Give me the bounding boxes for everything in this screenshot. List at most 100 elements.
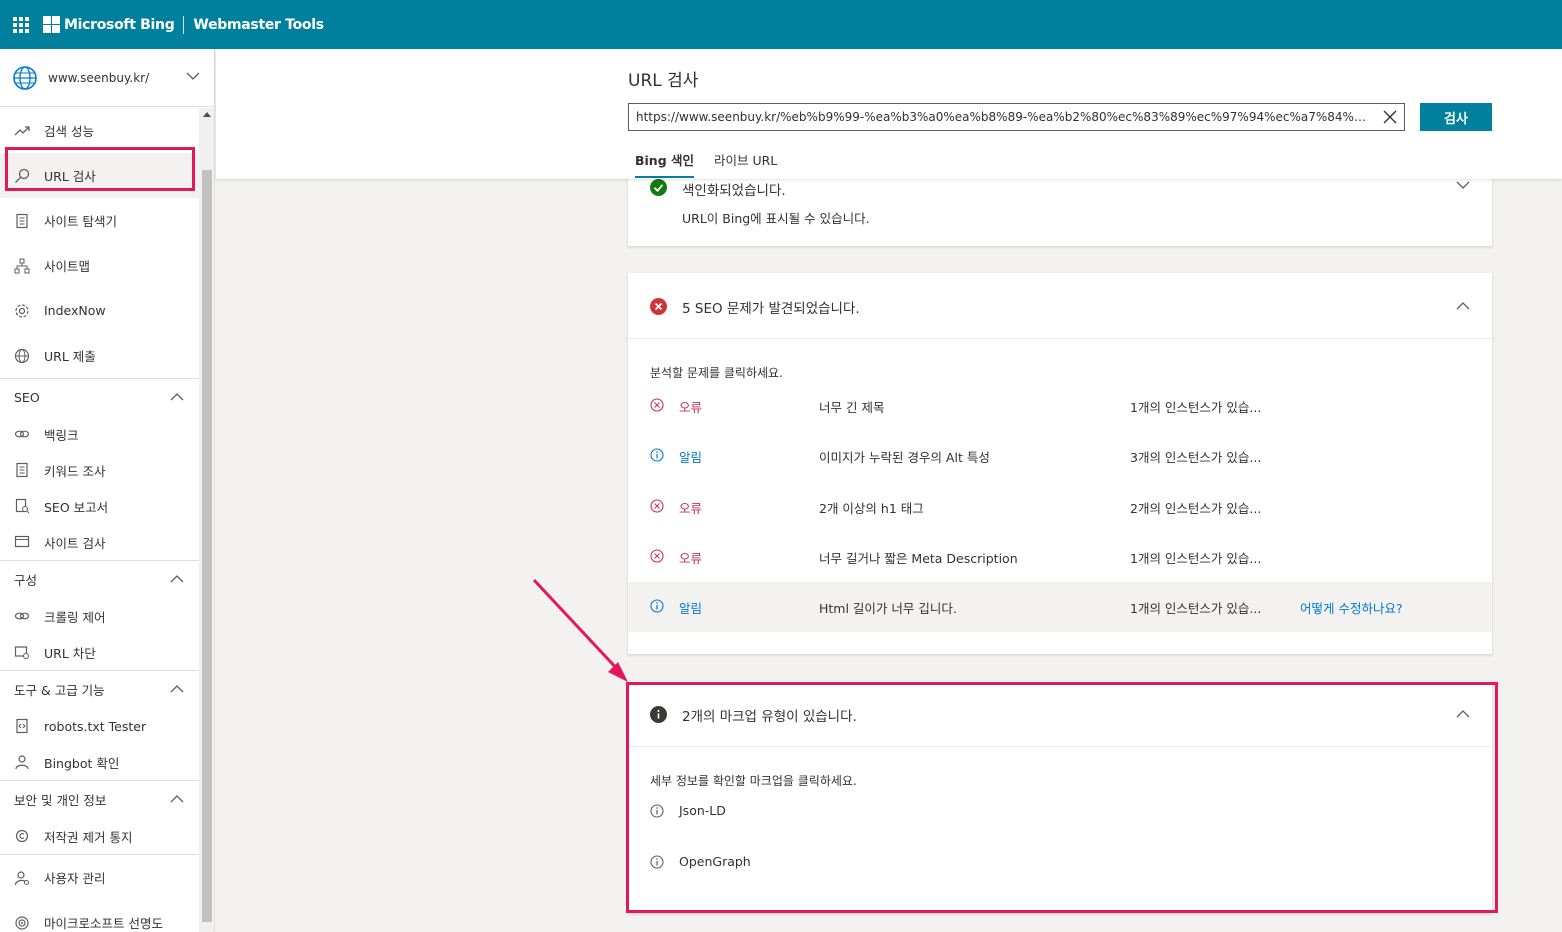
markup-card-header[interactable]: 2개의 마크업 유형이 있습니다. [628,681,1492,747]
sidebar-item-label: SEO 보고서 [44,499,109,515]
issue-description: Html 길이가 너무 깁니다. [819,601,957,616]
severity-label: 알림 [679,450,703,465]
info-outline-icon [650,803,664,818]
indexed-subtitle: URL이 Bing에 표시될 수 있습니다. [682,211,870,226]
sidebar-item-robots-tester[interactable]: robots.txt Tester [0,708,200,744]
sidebar-item-label: URL 제출 [44,349,96,364]
issue-description: 2개 이상의 h1 태그 [819,501,924,516]
info-outline-icon [650,448,664,462]
tab-live-url[interactable]: 라이브 URL [714,150,777,178]
seo-card-title: 5 SEO 문제가 발견되었습니다. [682,301,860,317]
product-name[interactable]: Webmaster Tools [193,17,324,33]
sidebar-item-keyword-research[interactable]: 키워드 조사 [0,452,200,488]
table-row[interactable]: 오류 너무 길거나 짧은 Meta Description 1개의 인스턴스가 … [628,532,1492,582]
error-circle-icon [650,298,667,315]
search-icon [14,168,30,184]
sidebar-item-label: 사용자 관리 [44,871,106,886]
nav-list: 검색 성능 URL 검사 사이트 탐색기 사이트맵 IndexNow URL 제… [0,108,200,932]
sitemap-icon [14,258,30,274]
scroll-thumb[interactable] [202,170,212,922]
sidebar-item-label: Bingbot 확인 [44,755,120,771]
issue-description: 너무 긴 제목 [819,400,885,415]
table-row[interactable]: 알림 이미지가 누락된 경우의 Alt 특성 3개의 인스턴스가 있습... [628,431,1492,481]
url-input[interactable]: https://www.seenbuy.kr/%eb%b9%99-%ea%b3%… [628,103,1405,131]
inspect-button[interactable]: 검사 [1420,103,1492,131]
section-title: 보안 및 개인 정보 [14,793,107,808]
sidebar-item-label: 검색 성능 [44,124,94,139]
scroll-up-arrow-icon[interactable] [203,112,211,117]
chevron-up-icon[interactable] [170,574,184,584]
issue-count: 1개의 인스턴스가 있습... [1130,400,1262,415]
sidebar-item-verify-bingbot[interactable]: Bingbot 확인 [0,744,200,780]
code-file-icon [14,718,30,734]
section-tools[interactable]: 도구 & 고급 기능 [0,670,200,708]
table-row[interactable]: 오류 너무 긴 제목 1개의 인스턴스가 있습... [628,381,1492,431]
page-header: URL 검사 https://www.seenbuy.kr/%eb%b9%99-… [216,49,1562,179]
sidebar-item-copyright-removal[interactable]: 저작권 제거 통지 [0,818,200,854]
issue-count: 2개의 인스턴스가 있습... [1130,501,1262,516]
how-to-fix-link[interactable]: 어떻게 수정하나요? [1300,598,1403,617]
sidebar-item-search-performance[interactable]: 검색 성능 [0,108,200,153]
annotation-arrow-icon [532,578,628,682]
severity-label: 오류 [679,501,703,516]
list-item[interactable]: Json-LD [650,803,726,818]
chevron-up-icon[interactable] [1456,301,1470,311]
link-icon [14,608,30,624]
report-icon [14,498,30,514]
document-icon [14,213,30,229]
globe-icon [14,348,30,364]
brand-name[interactable]: Microsoft Bing [64,17,175,33]
seo-card-header[interactable]: 5 SEO 문제가 발견되었습니다. [628,273,1492,339]
section-configuration[interactable]: 구성 [0,560,200,598]
check-circle-icon [650,179,667,196]
list-item[interactable]: OpenGraph [650,854,751,869]
site-selector[interactable]: www.seenbuy.kr/ [0,49,214,107]
close-icon[interactable] [1383,110,1397,124]
markup-card-title: 2개의 마크업 유형이 있습니다. [682,709,857,725]
sidebar-item-backlinks[interactable]: 백링크 [0,416,200,452]
document-icon [14,462,30,478]
sidebar-item-url-inspection[interactable]: URL 검사 [0,153,200,198]
issue-count: 3개의 인스턴스가 있습... [1130,450,1262,465]
sidebar-item-submit-urls[interactable]: URL 제출 [0,333,200,378]
info-outline-icon [650,599,664,613]
chevron-up-icon[interactable] [170,684,184,694]
sidebar-item-clarity[interactable]: 마이크로소프트 선명도 [0,900,200,932]
indexed-title: 색인화되었습니다. [682,183,786,199]
sidebar-item-crawl-control[interactable]: 크롤링 제어 [0,598,200,634]
sidebar-item-sitemaps[interactable]: 사이트맵 [0,243,200,288]
chevron-up-icon[interactable] [1456,709,1470,719]
clarity-icon [14,915,30,931]
section-seo[interactable]: SEO [0,378,200,416]
markup-hint: 세부 정보를 확인할 마크업을 클릭하세요. [650,774,857,788]
chevron-down-icon[interactable] [1456,180,1470,190]
seo-hint: 분석할 문제를 클릭하세요. [650,366,783,380]
sidebar-scrollbar[interactable] [199,108,214,932]
sidebar-item-site-explorer[interactable]: 사이트 탐색기 [0,198,200,243]
sidebar-item-site-scan[interactable]: 사이트 검사 [0,524,200,560]
table-row[interactable]: 알림 Html 길이가 너무 깁니다. 1개의 인스턴스가 있습... 어떻게 … [628,582,1492,632]
chevron-up-icon[interactable] [170,392,184,402]
sidebar-item-label: 저작권 제거 통지 [44,829,133,845]
sidebar-item-indexnow[interactable]: IndexNow [0,288,200,333]
scan-icon [14,534,30,550]
section-title: SEO [14,390,40,405]
info-outline-icon [650,854,664,869]
section-security[interactable]: 보안 및 개인 정보 [0,780,200,818]
issue-count: 1개의 인스턴스가 있습... [1130,601,1262,616]
sidebar-item-block-urls[interactable]: URL 차단 [0,634,200,670]
tab-bing-index[interactable]: Bing 색인 [635,150,695,178]
app-launcher-icon[interactable] [13,16,29,33]
brand-divider [183,15,185,34]
sidebar-item-seo-reports[interactable]: SEO 보고서 [0,488,200,524]
chevron-up-icon[interactable] [170,794,184,804]
sidebar-item-user-management[interactable]: 사용자 관리 [0,855,200,900]
seo-issues-card: 5 SEO 문제가 발견되었습니다. 분석할 문제를 클릭하세요. 오류 너무 … [628,273,1492,654]
user-settings-icon [14,870,30,886]
table-row[interactable]: 오류 2개 이상의 h1 태그 2개의 인스턴스가 있습... [628,482,1492,532]
markup-type-label: Json-LD [679,803,726,818]
section-title: 도구 & 고급 기능 [14,683,105,698]
trend-icon [14,123,30,139]
section-title: 구성 [14,573,38,588]
chevron-down-icon[interactable] [186,71,200,81]
